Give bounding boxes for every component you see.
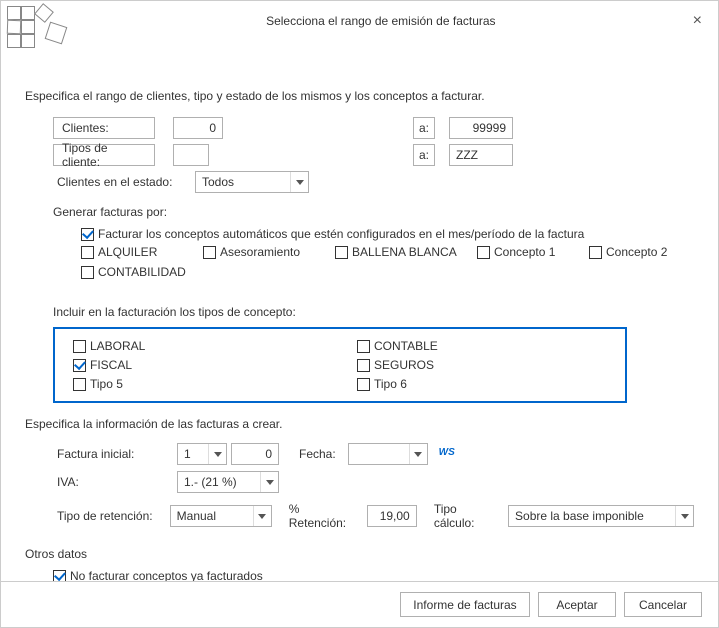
date-dropdown[interactable]	[348, 443, 428, 465]
concept-label[interactable]: Asesoramiento	[220, 245, 300, 259]
client-types-to-input[interactable]: ZZZ	[449, 144, 513, 166]
include-laboral-checkbox[interactable]	[73, 340, 86, 353]
concept-contabilidad-checkbox[interactable]	[81, 266, 94, 279]
retention-type-label: Tipo de retención:	[53, 506, 170, 526]
include-label[interactable]: SEGUROS	[374, 358, 434, 372]
other-heading: Otros datos	[25, 547, 694, 561]
chevron-down-icon[interactable]	[290, 172, 308, 192]
concept-label[interactable]: BALLENA BLANCA	[352, 245, 457, 259]
app-logo	[7, 6, 77, 61]
window-title: Selecciona el rango de emisión de factur…	[77, 14, 685, 28]
include-label[interactable]: FISCAL	[90, 358, 132, 372]
initial-invoice-label: Factura inicial:	[53, 444, 177, 464]
clients-label: Clientes:	[53, 117, 155, 139]
date-label: Fecha:	[295, 444, 340, 464]
clients-from-input[interactable]: 0	[173, 117, 223, 139]
chevron-down-icon[interactable]	[409, 444, 427, 464]
iva-dropdown[interactable]: 1.- (21 %)	[177, 471, 279, 493]
include-tipo6-checkbox[interactable]	[357, 378, 370, 391]
concept-ballena-checkbox[interactable]	[335, 246, 348, 259]
iva-label: IVA:	[53, 472, 177, 492]
include-fiscal-checkbox[interactable]	[73, 359, 86, 372]
concept-alquiler-checkbox[interactable]	[81, 246, 94, 259]
include-tipo5-checkbox[interactable]	[73, 378, 86, 391]
initial-series-dropdown[interactable]: 1	[177, 443, 227, 465]
invoice-info-heading: Especifica la información de las factura…	[25, 417, 694, 431]
concept-1-checkbox[interactable]	[477, 246, 490, 259]
concept-asesoramiento-checkbox[interactable]	[203, 246, 216, 259]
client-state-label: Clientes en el estado:	[53, 172, 195, 192]
client-types-to-label: a:	[413, 144, 435, 166]
chevron-down-icon[interactable]	[253, 506, 271, 526]
retention-pct-label: % Retención:	[285, 499, 360, 533]
clients-to-input[interactable]: 99999	[449, 117, 513, 139]
include-contable-checkbox[interactable]	[357, 340, 370, 353]
client-types-label: Tipos de cliente:	[53, 144, 155, 166]
auto-concepts-label[interactable]: Facturar los conceptos automáticos que e…	[98, 227, 584, 241]
calc-type-label: Tipo cálculo:	[430, 499, 501, 533]
concept-2-checkbox[interactable]	[589, 246, 602, 259]
include-label[interactable]: Tipo 5	[90, 377, 123, 391]
concept-label[interactable]: CONTABILIDAD	[98, 265, 186, 279]
concept-label[interactable]: ALQUILER	[98, 245, 157, 259]
initial-number-input[interactable]: 0	[231, 443, 279, 465]
auto-concepts-checkbox[interactable]	[81, 228, 94, 241]
accept-button[interactable]: Aceptar	[538, 592, 616, 617]
generate-section-label: Generar facturas por:	[53, 205, 694, 219]
include-seguros-checkbox[interactable]	[357, 359, 370, 372]
description-text: Especifica el rango de clientes, tipo y …	[25, 89, 694, 103]
include-label[interactable]: LABORAL	[90, 339, 145, 353]
retention-pct-input[interactable]: 19,00	[367, 505, 417, 527]
cancel-button[interactable]: Cancelar	[624, 592, 702, 617]
clients-to-label: a:	[413, 117, 435, 139]
include-types-box: LABORAL CONTABLE FISCAL SEGUROS Tipo 5 T…	[53, 327, 627, 403]
client-state-dropdown[interactable]: Todos	[195, 171, 309, 193]
concept-label[interactable]: Concepto 1	[494, 245, 555, 259]
invoice-report-button[interactable]: Informe de facturas	[400, 592, 530, 617]
chevron-down-icon[interactable]	[260, 472, 278, 492]
client-state-value: Todos	[196, 175, 290, 189]
chevron-down-icon[interactable]	[208, 444, 226, 464]
chevron-down-icon[interactable]	[675, 506, 693, 526]
include-label[interactable]: CONTABLE	[374, 339, 438, 353]
retention-type-dropdown[interactable]: Manual	[170, 505, 272, 527]
client-types-from-input[interactable]	[173, 144, 209, 166]
concept-label[interactable]: Concepto 2	[606, 245, 667, 259]
close-icon[interactable]: ×	[685, 9, 710, 33]
calc-type-dropdown[interactable]: Sobre la base imponible	[508, 505, 694, 527]
include-section-label: Incluir en la facturación los tipos de c…	[53, 305, 694, 319]
brand-small-icon[interactable]: WS	[438, 447, 456, 461]
include-label[interactable]: Tipo 6	[374, 377, 407, 391]
